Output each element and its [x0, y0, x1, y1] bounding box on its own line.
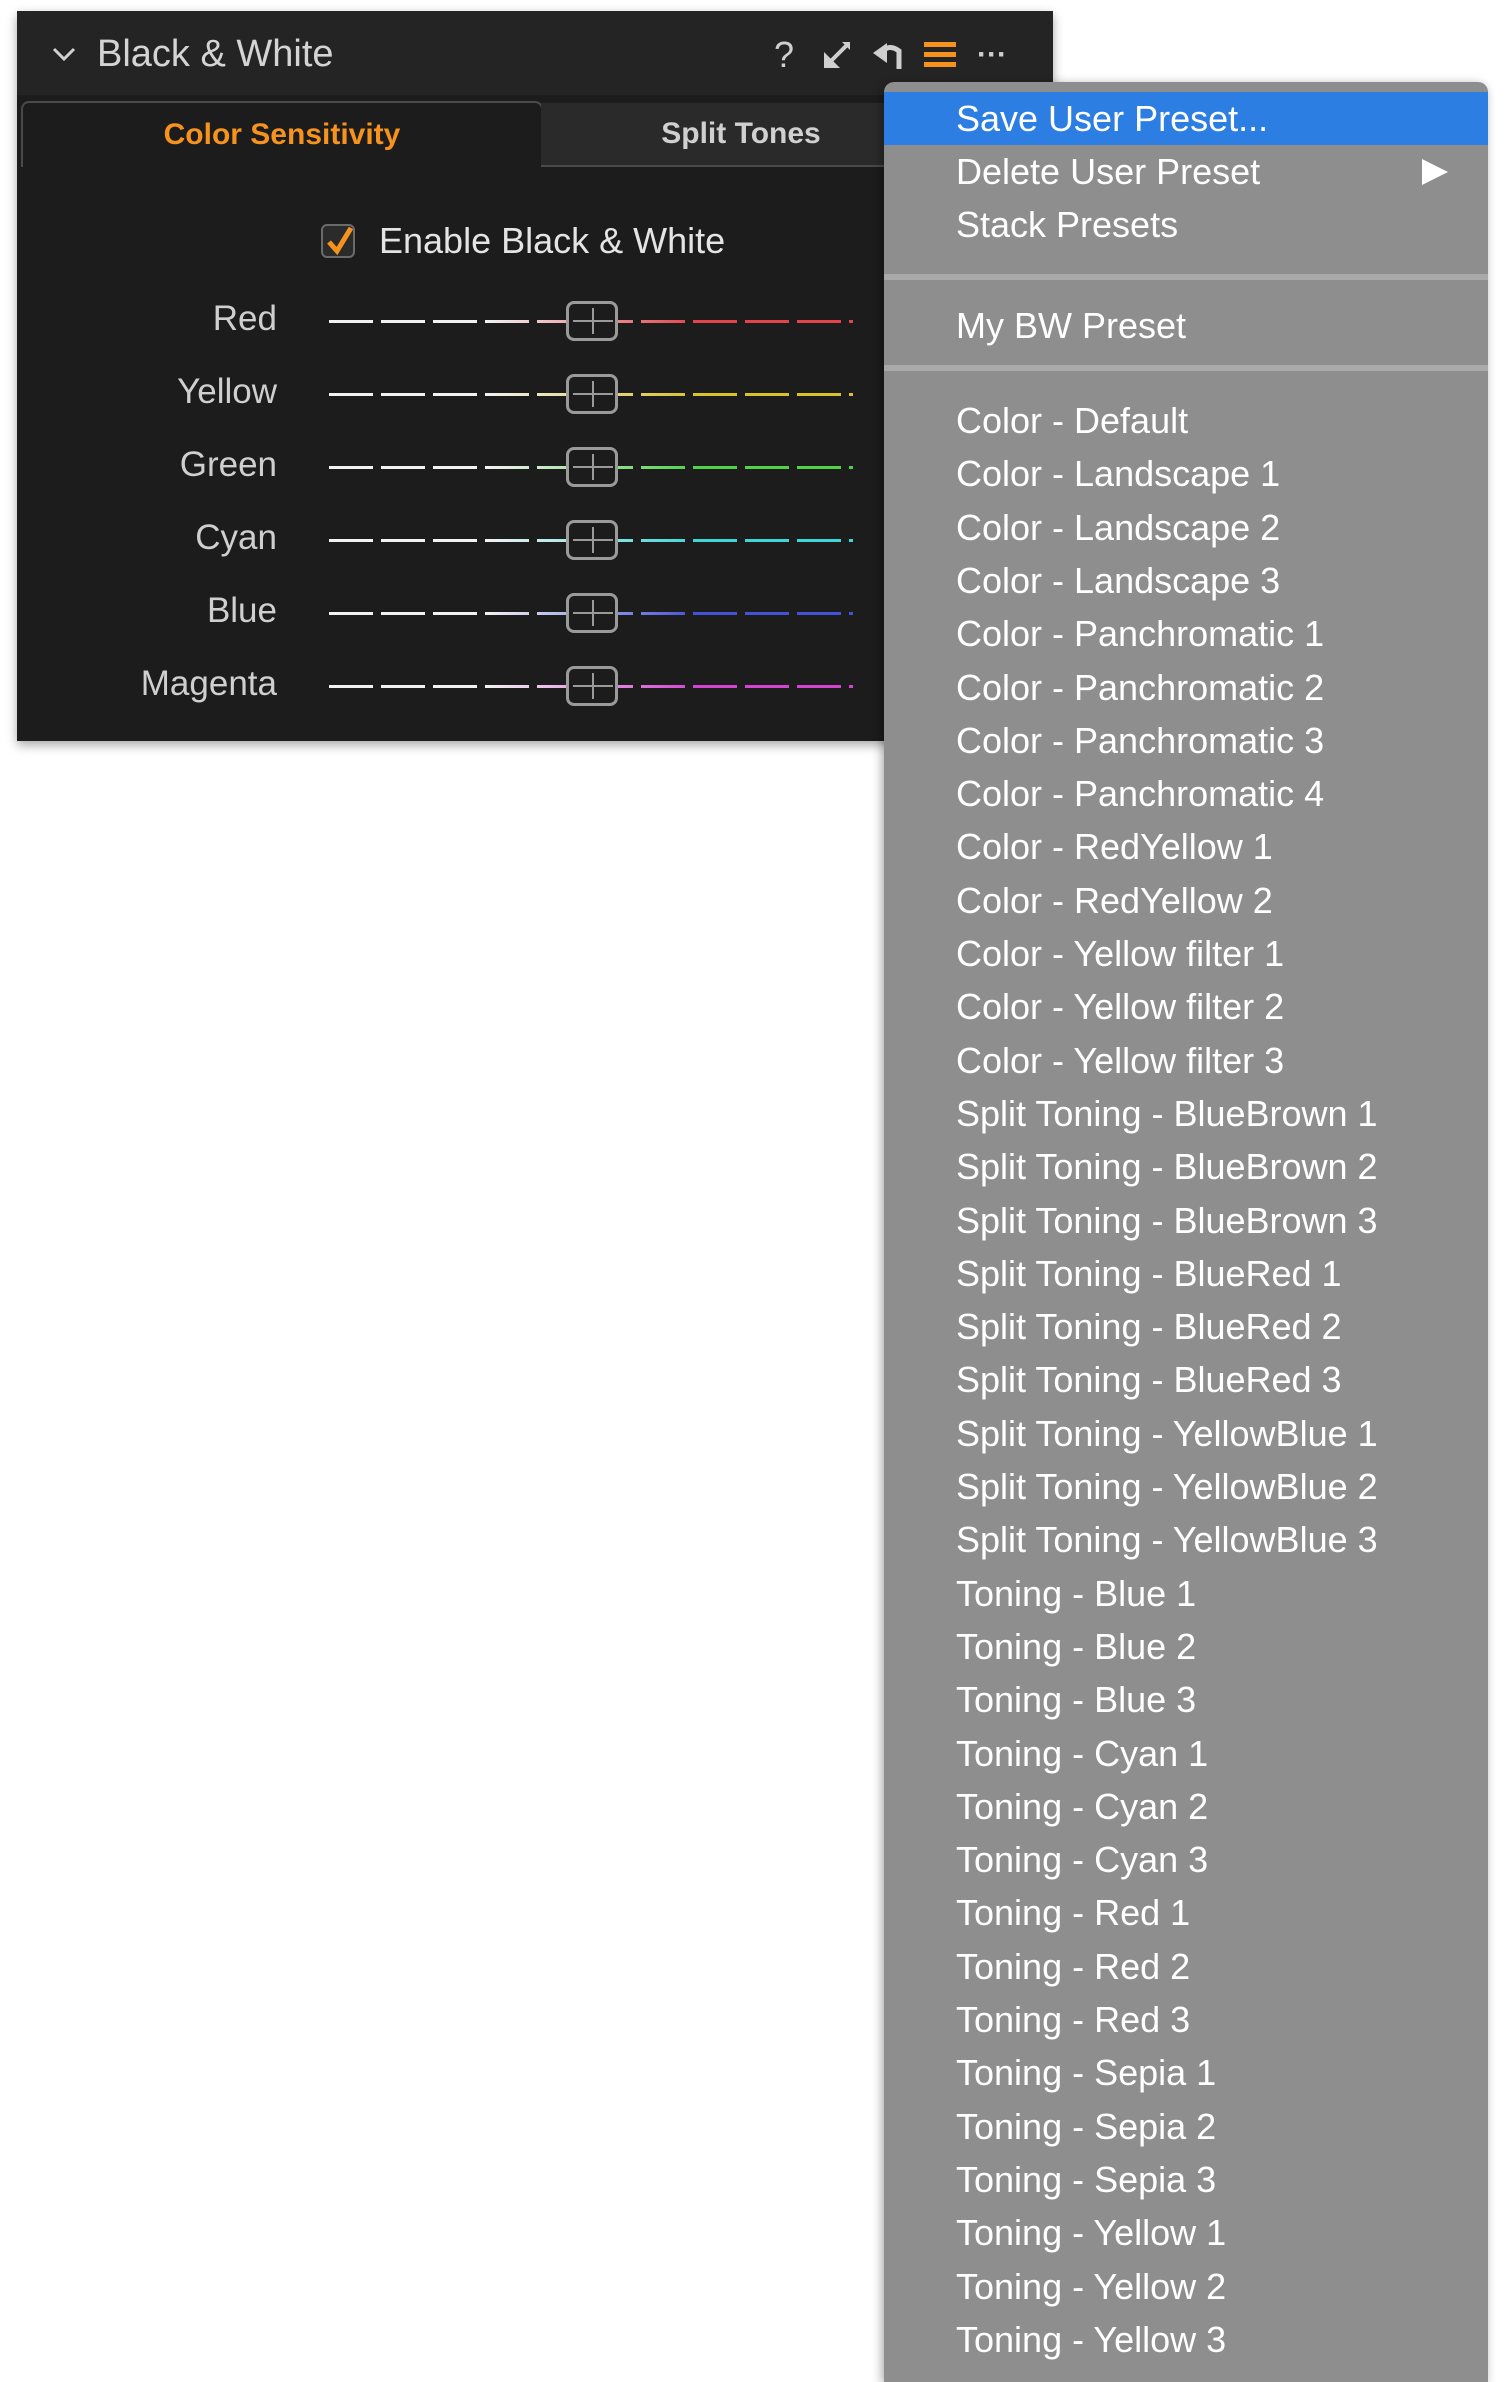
slider-knob[interactable]: [566, 520, 618, 560]
slider-knob[interactable]: [566, 374, 618, 414]
tab-split-tones[interactable]: Split Tones: [541, 103, 941, 167]
menu-item-preset[interactable]: Split Toning - BlueBrown 1: [884, 1087, 1488, 1140]
help-icon[interactable]: ?: [764, 35, 804, 75]
menu-separator: [884, 365, 1488, 371]
menu-item-preset[interactable]: Split Toning - BlueRed 1: [884, 1247, 1488, 1300]
menu-item-preset[interactable]: Toning - Yellow 1: [884, 2206, 1488, 2259]
menu-item-preset[interactable]: Color - Panchromatic 4: [884, 767, 1488, 820]
menu-item-preset[interactable]: Color - Default: [884, 394, 1488, 447]
menu-item-preset[interactable]: Toning - Blue 2: [884, 1620, 1488, 1673]
slider-label: Green: [179, 445, 277, 484]
menu-item-label: Delete User Preset: [956, 151, 1261, 192]
slider-knob[interactable]: [566, 593, 618, 633]
enable-black-white-label: Enable Black & White: [379, 220, 726, 261]
menu-item-preset[interactable]: Toning - Cyan 1: [884, 1727, 1488, 1780]
menu-item-preset[interactable]: Toning - Cyan 2: [884, 1780, 1488, 1833]
menu-item-preset[interactable]: Toning - Red 1: [884, 1886, 1488, 1939]
slider-row-magenta: Magenta: [17, 656, 877, 716]
slider-row-blue: Blue: [17, 583, 877, 643]
slider-label: Red: [212, 299, 277, 338]
submenu-arrow-icon: [1422, 159, 1448, 185]
menu-item-preset[interactable]: Color - Panchromatic 2: [884, 661, 1488, 714]
reset-icon[interactable]: [869, 35, 909, 75]
slider-row-cyan: Cyan: [17, 510, 877, 570]
slider-label: Blue: [206, 591, 277, 630]
enable-black-white-row[interactable]: Enable Black & White: [321, 216, 725, 266]
slider-knob[interactable]: [566, 301, 618, 341]
menu-item-preset[interactable]: Color - Landscape 1: [884, 447, 1488, 500]
menu-item-preset[interactable]: Color - Panchromatic 1: [884, 607, 1488, 660]
menu-item-preset[interactable]: Split Toning - BlueBrown 2: [884, 1140, 1488, 1193]
menu-item-preset[interactable]: Color - RedYellow 2: [884, 874, 1488, 927]
menu-item-preset[interactable]: Toning - Blue 1: [884, 1567, 1488, 1620]
menu-item-user-preset[interactable]: My BW Preset: [884, 299, 1488, 352]
menu-item-preset[interactable]: Toning - Sepia 3: [884, 2153, 1488, 2206]
menu-item-preset[interactable]: Split Toning - YellowBlue 3: [884, 1513, 1488, 1566]
menu-item-save-user-preset[interactable]: Save User Preset...: [884, 92, 1488, 145]
menu-separator: [884, 274, 1488, 280]
enable-black-white-checkbox[interactable]: [321, 224, 355, 258]
menu-item-preset[interactable]: Color - Panchromatic 3: [884, 714, 1488, 767]
menu-item-preset[interactable]: Toning - Blue 3: [884, 1673, 1488, 1726]
menu-item-stack-presets[interactable]: Stack Presets: [884, 198, 1488, 251]
more-icon[interactable]: ···: [972, 35, 1012, 75]
panel-title: Black & White: [97, 33, 334, 75]
menu-item-preset[interactable]: Split Toning - BlueRed 2: [884, 1300, 1488, 1353]
menu-item-preset[interactable]: Split Toning - YellowBlue 1: [884, 1407, 1488, 1460]
tab-color-sensitivity[interactable]: Color Sensitivity: [21, 101, 543, 167]
copy-apply-icon[interactable]: [817, 35, 857, 75]
slider-row-red: Red: [17, 291, 877, 351]
menu-item-preset[interactable]: Toning - Yellow 2: [884, 2260, 1488, 2313]
menu-item-preset[interactable]: Color - Landscape 3: [884, 554, 1488, 607]
menu-item-preset[interactable]: Toning - Red 2: [884, 1940, 1488, 1993]
menu-item-preset[interactable]: Toning - Yellow 3: [884, 2313, 1488, 2366]
menu-item-delete-user-preset[interactable]: Delete User Preset: [884, 145, 1488, 198]
slider-knob[interactable]: [566, 666, 618, 706]
menu-item-preset[interactable]: Toning - Sepia 2: [884, 2100, 1488, 2153]
checkmark-icon: [327, 226, 354, 256]
menu-item-preset[interactable]: Color - Yellow filter 3: [884, 1034, 1488, 1087]
menu-item-preset[interactable]: Split Toning - BlueRed 3: [884, 1353, 1488, 1406]
menu-item-preset[interactable]: Color - RedYellow 1: [884, 820, 1488, 873]
menu-item-preset[interactable]: Split Toning - BlueBrown 3: [884, 1194, 1488, 1247]
menu-item-preset[interactable]: Toning - Sepia 1: [884, 2046, 1488, 2099]
presets-dropdown-menu: Save User Preset... Delete User Preset S…: [884, 82, 1488, 2382]
menu-item-preset[interactable]: Color - Landscape 2: [884, 501, 1488, 554]
slider-label: Magenta: [140, 664, 277, 703]
chevron-down-icon[interactable]: [49, 39, 79, 69]
slider-row-yellow: Yellow: [17, 364, 877, 424]
slider-label: Yellow: [177, 372, 277, 411]
presets-menu-icon[interactable]: [920, 35, 960, 75]
menu-item-preset[interactable]: Split Toning - YellowBlue 2: [884, 1460, 1488, 1513]
slider-knob[interactable]: [566, 447, 618, 487]
menu-item-preset[interactable]: Toning - Red 3: [884, 1993, 1488, 2046]
slider-row-green: Green: [17, 437, 877, 497]
menu-item-preset[interactable]: Color - Yellow filter 1: [884, 927, 1488, 980]
slider-label: Cyan: [195, 518, 277, 557]
menu-item-preset[interactable]: Toning - Cyan 3: [884, 1833, 1488, 1886]
menu-item-preset[interactable]: Color - Yellow filter 2: [884, 980, 1488, 1033]
